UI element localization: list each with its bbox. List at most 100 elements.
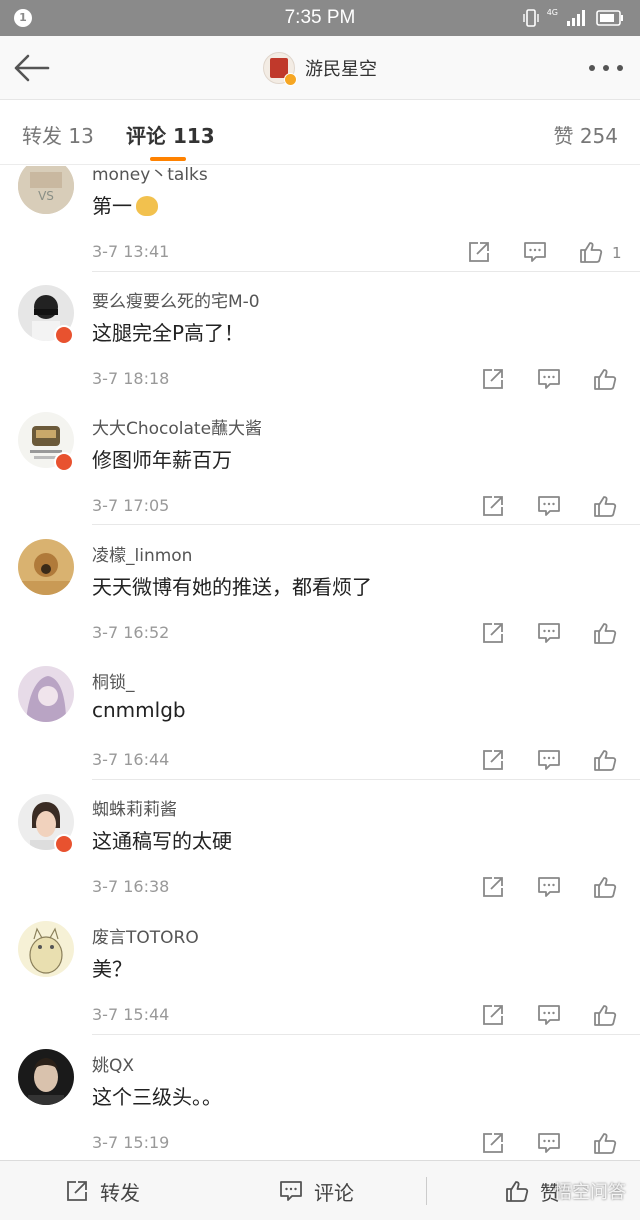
thumbs-up-icon xyxy=(594,877,617,898)
divider xyxy=(92,524,640,525)
comment-icon xyxy=(538,1133,560,1153)
avatar-image xyxy=(18,666,74,722)
verified-badge xyxy=(54,834,74,854)
divider xyxy=(92,271,640,272)
share-icon xyxy=(469,242,489,262)
reply-button[interactable] xyxy=(536,493,562,519)
thumbs-up-icon xyxy=(594,1133,617,1154)
like-button[interactable] xyxy=(578,239,604,265)
share-icon xyxy=(483,1133,503,1153)
bottom-repost-button[interactable]: 转发 xyxy=(64,1161,140,1220)
like-button[interactable] xyxy=(592,747,618,773)
comment-item: 凌檬_linmon 天天微博有她的推送，都看烦了 3-7 16:52 xyxy=(0,527,640,654)
comment-author[interactable]: 桐锁_ xyxy=(92,668,135,693)
reply-button[interactable] xyxy=(536,366,562,392)
like-button[interactable] xyxy=(592,1130,618,1156)
repost-button[interactable] xyxy=(480,1130,506,1156)
comment-author[interactable]: 凌檬_linmon xyxy=(92,541,192,566)
avatar[interactable] xyxy=(18,539,74,595)
bottom-comment-button[interactable]: 评论 xyxy=(278,1161,354,1220)
reply-button[interactable] xyxy=(536,1002,562,1028)
comment-author[interactable]: 姚QX xyxy=(92,1051,134,1076)
comment-text: 美？ xyxy=(92,957,132,981)
tab-comment[interactable]: 评论 113 xyxy=(126,120,215,149)
comment-time: 3-7 16:38 xyxy=(92,877,170,896)
more-button[interactable] xyxy=(586,58,626,78)
comment-item: VS money丶talks 第一 3-7 13:41 1 xyxy=(0,166,640,273)
comment-list[interactable]: VS money丶talks 第一 3-7 13:41 1 要么瘦要么死的宅M-… xyxy=(0,166,640,1160)
comment-icon xyxy=(280,1181,302,1201)
comment-time: 3-7 17:05 xyxy=(92,496,170,515)
divider xyxy=(92,1034,640,1035)
more-icon xyxy=(589,65,623,71)
reply-button[interactable] xyxy=(536,874,562,900)
signal-icon xyxy=(567,10,585,26)
comment-icon xyxy=(538,623,560,643)
repost-button[interactable] xyxy=(480,620,506,646)
account-avatar xyxy=(263,52,297,86)
comment-text: 这通稿写的太硬 xyxy=(92,829,232,853)
comment-time: 3-7 18:18 xyxy=(92,369,170,388)
reply-button[interactable] xyxy=(536,620,562,646)
comment-author[interactable]: money丶talks xyxy=(92,166,208,185)
comment-icon xyxy=(538,496,560,516)
tab-like[interactable]: 赞 254 xyxy=(553,120,618,149)
avatar-image xyxy=(18,1049,74,1105)
like-button[interactable] xyxy=(592,1002,618,1028)
comment-item: 桐锁_ cnmmlgb 3-7 16:44 xyxy=(0,654,640,781)
avatar-image xyxy=(18,921,74,977)
repost-button[interactable] xyxy=(480,747,506,773)
repost-button[interactable] xyxy=(480,874,506,900)
reply-button[interactable] xyxy=(536,1130,562,1156)
avatar[interactable]: VS xyxy=(18,166,74,214)
nav-bar: 游民星空 xyxy=(0,36,640,100)
avatar[interactable] xyxy=(18,921,74,977)
reply-button[interactable] xyxy=(536,747,562,773)
like-button[interactable] xyxy=(592,620,618,646)
comment-item: 姚QX 这个三级头。。 3-7 15:19 xyxy=(0,1037,640,1160)
thumbs-up-icon xyxy=(594,750,617,771)
repost-button[interactable] xyxy=(466,239,492,265)
comment-author[interactable]: 废言TOTORO xyxy=(92,923,199,948)
network-type: 4G xyxy=(546,8,558,17)
bottom-divider xyxy=(426,1177,427,1205)
repost-button[interactable] xyxy=(480,493,506,519)
comment-author[interactable]: 大大Chocolate蘸大酱 xyxy=(92,414,262,439)
nav-title-group[interactable]: 游民星空 xyxy=(0,50,640,86)
bottom-action-bar: 转发 评论 赞 xyxy=(0,1160,640,1220)
avatar[interactable] xyxy=(18,1049,74,1105)
comment-time: 3-7 15:44 xyxy=(92,1005,170,1024)
comment-item: 大大Chocolate蘸大酱 修图师年薪百万 3-7 17:05 xyxy=(0,400,640,527)
watermark: 悟空问答 xyxy=(554,1182,626,1203)
reply-button[interactable] xyxy=(522,239,548,265)
tab-active-indicator xyxy=(150,157,186,161)
emoji-doge-icon xyxy=(136,196,158,216)
nav-title: 游民星空 xyxy=(305,59,377,80)
comment-text: 修图师年薪百万 xyxy=(92,448,232,472)
bottom-like-button[interactable]: 赞 xyxy=(504,1161,560,1220)
repost-button[interactable] xyxy=(480,366,506,392)
comment-author[interactable]: 蜘蛛莉莉酱 xyxy=(92,795,177,820)
avatar[interactable] xyxy=(18,666,74,722)
repost-button[interactable] xyxy=(480,1002,506,1028)
comment-icon xyxy=(538,750,560,770)
verified-badge xyxy=(54,325,74,345)
tab-bar: 转发 13 评论 113 赞 254 xyxy=(0,101,640,165)
verified-badge xyxy=(54,452,74,472)
comment-item: 要么瘦要么死的宅M-0 这腿完全P高了！ 3-7 18:18 xyxy=(0,273,640,400)
vibrate-icon xyxy=(523,9,539,27)
comment-text: 第一 xyxy=(92,190,158,219)
status-icons: 4G xyxy=(523,8,624,28)
like-button[interactable] xyxy=(592,493,618,519)
comment-time: 3-7 16:44 xyxy=(92,750,170,769)
share-icon xyxy=(483,369,503,389)
comment-text: 这腿完全P高了！ xyxy=(92,321,245,345)
like-button[interactable] xyxy=(592,366,618,392)
comment-author[interactable]: 要么瘦要么死的宅M-0 xyxy=(92,287,260,312)
thumbs-up-icon xyxy=(580,242,603,263)
like-button[interactable] xyxy=(592,874,618,900)
status-bar: 1 7:35 PM 4G xyxy=(0,0,640,36)
thumbs-up-icon xyxy=(594,496,617,517)
comment-text: cnmmlgb xyxy=(92,698,186,722)
tab-repost[interactable]: 转发 13 xyxy=(22,120,94,149)
